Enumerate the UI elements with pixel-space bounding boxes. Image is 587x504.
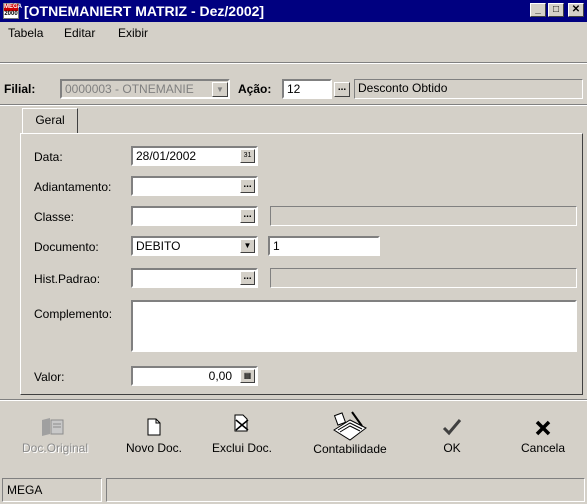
cancel-x-icon	[512, 410, 574, 438]
menu-bar: Tabela Editar Exibir	[0, 22, 587, 44]
status-company: MEGA	[2, 478, 102, 502]
documento-select[interactable]: DEBITO	[131, 236, 258, 256]
main-window: MEGA 2000 [OTNEMANIERT MATRIZ - Dez/2002]…	[0, 0, 587, 504]
doc-original-label: Doc.Original	[22, 441, 89, 455]
acao-lookup-button[interactable]: ...	[334, 82, 350, 97]
acao-description: Desconto Obtido	[354, 79, 583, 99]
adiantamento-input[interactable]	[131, 176, 258, 196]
tab-geral[interactable]: Geral	[22, 108, 78, 134]
window-title: [OTNEMANIERT MATRIZ - Dez/2002]	[24, 3, 265, 19]
novo-doc-label: Novo Doc.	[125, 441, 183, 455]
ok-label: OK	[443, 441, 461, 455]
calendar-icon[interactable]: 31	[240, 149, 255, 163]
contabilidade-button[interactable]: Contabilidade	[304, 410, 396, 456]
menu-tabela[interactable]: Tabela	[8, 26, 43, 40]
menu-editar[interactable]: Editar	[64, 26, 95, 40]
calculator-icon[interactable]: ▦	[240, 369, 255, 383]
classe-input[interactable]	[131, 206, 258, 226]
documento-label: Documento:	[34, 240, 99, 254]
title-bar[interactable]: MEGA 2000 [OTNEMANIERT MATRIZ - Dez/2002]…	[0, 0, 587, 22]
valor-input[interactable]: 0,00	[131, 366, 258, 386]
documento-dropdown-icon[interactable]: ▼	[240, 239, 255, 253]
hist-padrao-label: Hist.Padrao:	[34, 272, 101, 286]
close-icon: ✕	[571, 4, 581, 15]
maximize-icon: □	[552, 4, 560, 15]
exclui-doc-label: Exclui Doc.	[211, 441, 273, 455]
exclui-doc-button[interactable]: Exclui Doc.	[206, 410, 278, 455]
accounting-icon	[304, 410, 396, 444]
app-logo-icon[interactable]: MEGA 2000	[3, 3, 22, 19]
cancela-button[interactable]: Cancela	[512, 410, 574, 455]
filial-label: Filial:	[4, 82, 36, 96]
new-document-icon	[118, 410, 190, 438]
adiantamento-label: Adiantamento:	[34, 180, 112, 194]
minimize-icon: _	[535, 4, 541, 15]
valor-label: Valor:	[34, 370, 65, 384]
checkmark-icon	[432, 410, 472, 438]
filial-select[interactable]: 0000003 - OTNEMANIE	[60, 79, 230, 99]
close-button[interactable]: ✕	[568, 3, 584, 17]
app-logo-bottom-text: 2000	[4, 11, 18, 17]
hist-padrao-description	[270, 268, 577, 288]
filial-dropdown-icon[interactable]: ▼	[212, 82, 228, 97]
doc-original-button[interactable]: Doc.Original	[22, 410, 89, 455]
classe-lookup-button[interactable]: ...	[240, 209, 255, 223]
header-separator	[0, 104, 587, 106]
complemento-textarea[interactable]	[131, 300, 577, 352]
minimize-button[interactable]: _	[530, 3, 546, 17]
doc-original-icon	[22, 410, 84, 438]
adiantamento-lookup-button[interactable]: ...	[240, 179, 255, 193]
complemento-label: Complemento:	[34, 307, 113, 321]
ok-button[interactable]: OK	[432, 410, 472, 455]
documento-number-input[interactable]: 1	[268, 236, 380, 256]
status-message	[106, 478, 585, 502]
contabilidade-label: Contabilidade	[313, 442, 387, 456]
classe-description	[270, 206, 577, 226]
delete-document-icon	[206, 410, 278, 438]
toolbar-separator	[0, 399, 587, 401]
novo-doc-button[interactable]: Novo Doc.	[118, 410, 190, 455]
maximize-button[interactable]: □	[548, 3, 564, 17]
data-input[interactable]: 28/01/2002	[131, 146, 258, 166]
acao-label: Ação:	[238, 82, 272, 96]
tab-panel-geral	[20, 133, 583, 395]
app-logo-top-text: MEGA	[4, 4, 22, 11]
classe-label: Classe:	[34, 210, 75, 224]
acao-input[interactable]: 12	[282, 79, 332, 99]
menu-exibir[interactable]: Exibir	[118, 26, 148, 40]
hist-padrao-input[interactable]	[131, 268, 258, 288]
cancela-label: Cancela	[520, 441, 566, 455]
hist-padrao-lookup-button[interactable]: ...	[240, 271, 255, 285]
data-label: Data:	[34, 150, 63, 164]
menu-separator	[0, 62, 587, 64]
